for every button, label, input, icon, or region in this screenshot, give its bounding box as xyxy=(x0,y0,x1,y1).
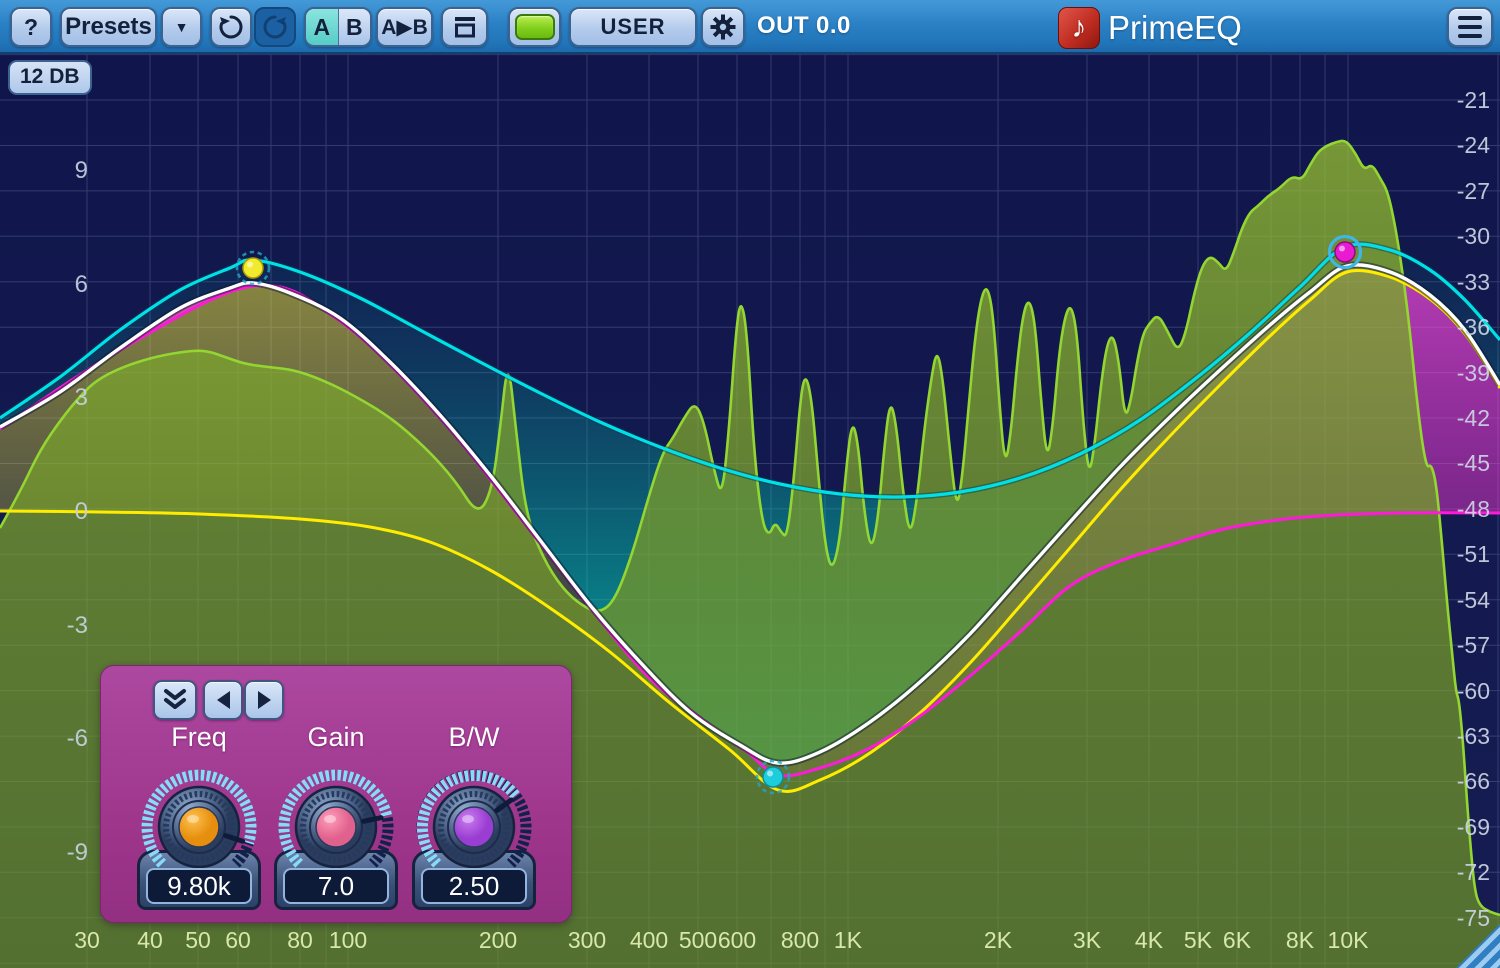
presets-button[interactable]: Presets xyxy=(60,7,157,47)
freq-knob-label: Freq xyxy=(129,722,269,753)
bw-knob-label: B/W xyxy=(404,722,544,753)
freq-axis-label: 8K xyxy=(1286,927,1315,953)
channel-routing-button[interactable] xyxy=(441,7,488,47)
freq-axis-label: 1K xyxy=(834,927,863,953)
triangle-right-icon xyxy=(258,691,271,709)
undo-icon xyxy=(218,14,244,40)
toolbar: ? Presets ▼ A B A▶B xyxy=(0,0,1500,54)
left-axis-label: -6 xyxy=(67,725,88,752)
right-axis-label: -24 xyxy=(1457,132,1490,158)
freq-axis-label: 200 xyxy=(479,927,517,953)
freq-axis-label: 300 xyxy=(568,927,606,953)
freq-axis-label: 400 xyxy=(630,927,668,953)
redo-button[interactable] xyxy=(254,7,296,47)
right-axis-label: -39 xyxy=(1457,360,1490,386)
gain-knob-label: Gain xyxy=(266,722,406,753)
left-axis-label: 3 xyxy=(75,384,88,411)
right-axis-label: -57 xyxy=(1457,632,1490,658)
out-gain-value[interactable]: 0.0 xyxy=(816,12,851,40)
main-menu-button[interactable] xyxy=(1447,7,1493,47)
knob-cap xyxy=(454,807,494,847)
ab-compare-switch: A B xyxy=(304,7,372,47)
left-axis-label: 6 xyxy=(75,271,88,298)
left-axis-label: -3 xyxy=(67,612,88,639)
collapse-panel-button[interactable] xyxy=(153,680,197,720)
knob-cap xyxy=(316,807,356,847)
triangle-left-icon xyxy=(217,691,230,709)
previous-band-button[interactable] xyxy=(203,680,243,720)
plugin-title: PrimeEQ xyxy=(1108,9,1242,47)
right-axis-label: -69 xyxy=(1457,814,1490,840)
freq-axis-label: 500 xyxy=(679,927,717,953)
routing-window-icon xyxy=(452,15,478,39)
gain-value-box[interactable]: 7.0 xyxy=(283,868,389,904)
right-axis-label: -63 xyxy=(1457,723,1490,749)
band-control-panel: Type PEAKING Freq Gain B/W 9.80k 7.0 2.5… xyxy=(100,665,572,923)
left-axis-label: 0 xyxy=(75,498,88,525)
double-chevron-down-icon xyxy=(161,688,189,712)
undo-button[interactable] xyxy=(210,7,252,47)
freq-axis-label: 100 xyxy=(329,927,367,953)
primeeq-plugin-window: 9630-3-6-9-21-24-27-30-33-36-39-42-45-48… xyxy=(0,0,1500,968)
help-button[interactable]: ? xyxy=(10,7,52,47)
freq-axis-label: 10K xyxy=(1328,927,1370,953)
db-range-badge[interactable]: 12 DB xyxy=(8,60,92,95)
hamburger-menu-icon xyxy=(1458,16,1482,38)
freq-axis-label: 4K xyxy=(1135,927,1164,953)
freq-axis-label: 3K xyxy=(1073,927,1102,953)
right-axis-label: -33 xyxy=(1457,269,1490,295)
freq-axis-label: 800 xyxy=(781,927,819,953)
enable-led-button[interactable] xyxy=(508,7,561,47)
freq-value-box[interactable]: 9.80k xyxy=(146,868,252,904)
left-axis-label: 9 xyxy=(75,157,88,184)
chevron-down-icon: ▼ xyxy=(175,19,189,35)
right-axis-label: -48 xyxy=(1457,496,1490,522)
user-mode-button[interactable]: USER xyxy=(569,7,697,47)
variant-a-button[interactable]: A xyxy=(306,9,339,45)
right-axis-label: -45 xyxy=(1457,450,1490,476)
right-axis-label: -30 xyxy=(1457,223,1490,249)
out-label: OUT xyxy=(757,12,809,40)
left-axis-label: -9 xyxy=(67,839,88,866)
variant-b-button[interactable]: B xyxy=(339,9,371,45)
freq-axis-label: 30 xyxy=(74,927,100,953)
knob-cap xyxy=(179,807,219,847)
freq-axis-label: 40 xyxy=(137,927,163,953)
right-axis-label: -66 xyxy=(1457,768,1490,794)
freq-axis-label: 50 xyxy=(185,927,211,953)
freq-axis-label: 60 xyxy=(225,927,251,953)
right-axis-label: -27 xyxy=(1457,178,1490,204)
right-axis-label: -51 xyxy=(1457,541,1490,567)
freq-axis-label: 6K xyxy=(1223,927,1252,953)
right-axis-label: -42 xyxy=(1457,405,1490,431)
redo-icon xyxy=(262,14,288,40)
settings-button[interactable] xyxy=(701,7,745,47)
right-axis-label: -75 xyxy=(1457,905,1490,931)
next-band-button[interactable] xyxy=(244,680,284,720)
freq-axis-label: 2K xyxy=(984,927,1013,953)
gear-icon xyxy=(709,13,737,41)
right-axis-label: -60 xyxy=(1457,678,1490,704)
bw-value-box[interactable]: 2.50 xyxy=(421,868,527,904)
right-axis-label: -36 xyxy=(1457,314,1490,340)
freq-axis-label: 5K xyxy=(1184,927,1213,953)
right-axis-label: -21 xyxy=(1457,87,1490,113)
right-axis-label: -54 xyxy=(1457,587,1490,613)
presets-dropdown-button[interactable]: ▼ xyxy=(161,7,202,47)
voxengo-logo-icon: ♪ xyxy=(1058,7,1100,49)
copy-a-to-b-button[interactable]: A▶B xyxy=(376,7,433,47)
freq-axis-label: 80 xyxy=(287,927,313,953)
right-axis-label: -72 xyxy=(1457,859,1490,885)
freq-axis-label: 600 xyxy=(718,927,756,953)
power-led-icon xyxy=(515,14,555,40)
